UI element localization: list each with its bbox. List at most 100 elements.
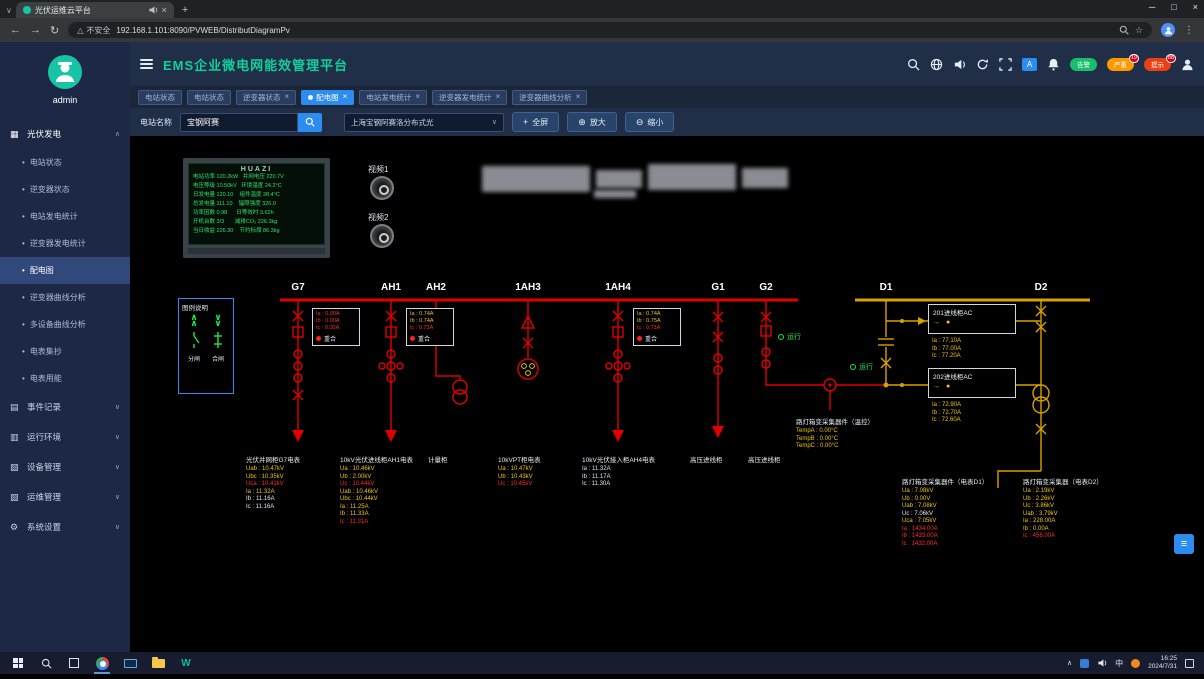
reclose-indicator-icon [410,336,415,341]
profile-avatar[interactable] [1161,23,1175,37]
tray-volume-icon[interactable] [1097,658,1107,668]
page-tab[interactable]: 逆变器发电统计 × [432,89,508,105]
taskbar-clock[interactable]: 16:25 2024/7/31 [1148,655,1177,671]
tab-close-icon[interactable]: × [415,93,420,101]
browser-menu-icon[interactable]: ⋮ [1184,25,1194,36]
sidebar-group[interactable]: ▥ 运行环境 ∨ [0,422,130,452]
task-view-icon [69,658,79,668]
distribution-canvas[interactable]: HUAZI 电站功率 120.2kW 并网电压 220.7V 电压等级 10.50… [130,136,1204,652]
sidebar-group[interactable]: ▨ 运维管理 ∨ [0,482,130,512]
notification-center-icon[interactable] [1185,658,1194,668]
tab-audio-icon[interactable] [148,5,158,15]
station-search-button[interactable] [298,112,322,132]
window-maximize-button[interactable]: □ [1171,2,1176,12]
tab-close-icon[interactable]: × [285,93,290,101]
address-bar[interactable]: △ 不安全 192.168.1.101:8090/PVWEB/Distribut… [68,22,1152,38]
tab-search-icon[interactable]: ∨ [6,6,12,15]
sidebar-item[interactable]: • 电站发电统计 [0,203,130,230]
window-close-button[interactable]: × [1193,2,1198,12]
page-tab[interactable]: 逆变器状态 × [236,89,297,105]
sidebar-item[interactable]: • 多设备曲线分析 [0,311,130,338]
translate-icon[interactable]: A [1022,57,1037,71]
sidebar-group[interactable]: ▧ 设备管理 ∨ [0,452,130,482]
ime-indicator[interactable]: 中 [1115,658,1123,669]
video1-button[interactable] [370,176,394,200]
meter-metering-cabinet: 计量柜 [428,457,448,464]
tab-close-icon[interactable]: × [343,93,348,101]
sidebar-item[interactable]: • 电表用能 [0,365,130,392]
browser-tab[interactable]: 光伏运维云平台 × [15,2,174,18]
sidebar-item[interactable]: • 逆变器状态 [0,176,130,203]
station-select[interactable]: 上海宝钢阿赛洛分布式光 ∨ [344,112,504,132]
video2-button[interactable] [370,224,394,248]
alarm-badge: 88 [1165,53,1176,63]
sidebar-group[interactable]: ⚙ 系统设置 ∨ [0,512,130,542]
reload-button[interactable]: ↻ [50,24,59,37]
page-tab[interactable]: 逆变器曲线分析 × [512,89,588,105]
station-search-input[interactable] [180,112,298,132]
redacted-text-block [742,168,788,188]
tray-security-icon[interactable] [1131,658,1141,668]
user-avatar-icon[interactable] [1181,58,1194,71]
page-tab[interactable]: 电站状态 [187,89,231,105]
back-button[interactable]: ← [10,24,21,36]
tray-expand-icon[interactable]: ∧ [1067,659,1072,667]
group-icon: ⚙ [10,521,19,532]
incoming-box-201: 201进线柜AC → ● [928,304,1016,334]
page-tab[interactable]: 电站状态 [138,89,182,105]
volume-icon[interactable] [953,58,966,71]
zoom-out-button[interactable]: ⊖ 缩小 [624,112,675,132]
flow-arrow-icon: → ● [933,383,953,390]
bookmark-star-icon[interactable]: ☆ [1135,25,1143,36]
refresh-icon[interactable] [976,58,989,71]
red-circuits [280,298,886,430]
zoom-page-icon[interactable] [1119,25,1129,35]
bullet-icon: • [22,347,25,356]
forward-button[interactable]: → [30,24,41,36]
browser-taskbar-button[interactable] [88,652,116,674]
alarm-pill-normal[interactable]: 告警 [1070,57,1097,71]
wps-button[interactable]: W [172,652,200,674]
plus-icon: + [523,117,529,127]
tab-close-icon[interactable]: × [162,5,167,15]
fullscreen-icon[interactable] [999,57,1012,71]
layer-tools-button[interactable]: ≡ [1174,534,1194,554]
tab-close-icon[interactable]: × [576,93,581,101]
language-globe-icon[interactable] [930,58,943,71]
monitor-icon [123,658,137,668]
start-button[interactable] [4,652,32,674]
sidebar-group[interactable]: ▤ 事件记录 ∨ [0,392,130,422]
bus-label-ah1: AH1 [380,282,401,293]
sidebar-item[interactable]: • 配电图 [0,257,130,284]
file-explorer-button[interactable] [144,652,172,674]
main-area: EMS企业微电网能效管理平台 A 告警 严重 19 提示 88 电站状态 电站状态 … [130,42,1204,652]
task-view-button[interactable] [60,652,88,674]
sidebar-item[interactable]: • 逆变器发电统计 [0,230,130,257]
menu-toggle-icon[interactable] [140,59,153,69]
bell-icon[interactable] [1047,58,1060,71]
display-app-button[interactable] [116,652,144,674]
wps-icon: W [181,657,191,669]
sidebar-item[interactable]: • 电站状态 [0,149,130,176]
window-minimize-button[interactable]: ─ [1149,2,1155,12]
fullscreen-button[interactable]: + 全屏 [512,112,560,132]
tab-close-icon[interactable]: × [496,93,501,101]
taskbar-search-button[interactable] [32,652,60,674]
sidebar-group-pv[interactable]: ▦ 光伏发电 ∧ [0,119,130,149]
security-warning-icon[interactable]: △ 不安全 [77,25,110,36]
alarm-pill-serious[interactable]: 严重 19 [1107,53,1139,71]
new-tab-button[interactable]: + [182,4,188,16]
alarm-pill-hint[interactable]: 提示 88 [1144,53,1176,71]
zoom-out-icon: ⊖ [635,116,644,127]
browser-tab-title: 光伏运维云平台 [34,5,91,15]
header-search-icon[interactable] [907,58,920,71]
page-tab[interactable]: 电站发电统计 × [359,89,428,105]
breaker-readout-g7: Ia : 0.00A Ib : 0.00A Ic : 0.00A 重合 [312,308,360,346]
sidebar-item[interactable]: • 电表集抄 [0,338,130,365]
zoom-in-button[interactable]: ⊕ 放大 [567,112,617,132]
sidebar-item[interactable]: • 逆变器曲线分析 [0,284,130,311]
tray-app-icon[interactable] [1080,658,1090,668]
browser-address-row: ← → ↻ △ 不安全 192.168.1.101:8090/PVWEB/Dis… [0,18,1204,42]
bullet-icon: • [22,266,25,275]
page-tab-active[interactable]: 配电图 × [301,89,355,105]
